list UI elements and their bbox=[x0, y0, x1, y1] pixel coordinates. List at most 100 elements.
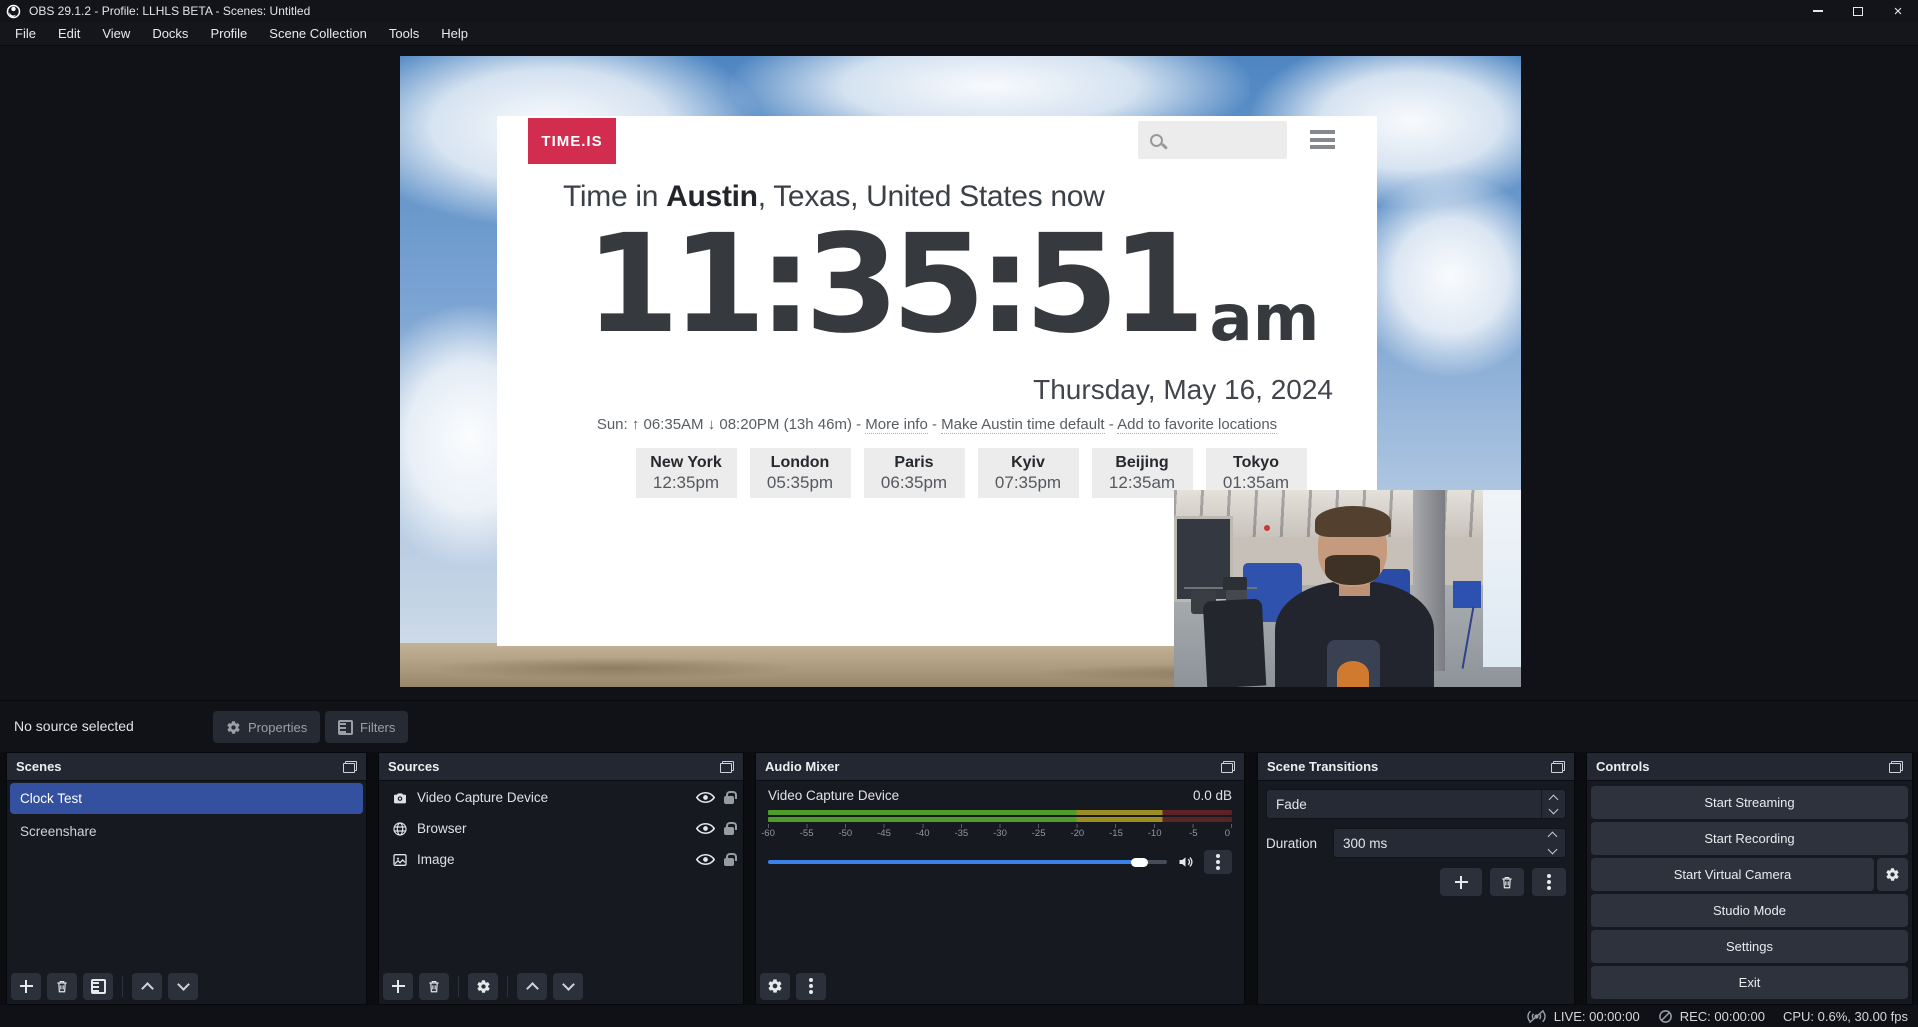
gear-icon bbox=[226, 720, 241, 735]
scene-item-screenshare[interactable]: Screenshare bbox=[10, 816, 363, 847]
meter-bar bbox=[768, 817, 1232, 822]
volume-slider-handle[interactable] bbox=[1131, 858, 1148, 867]
add-transition-button[interactable] bbox=[1440, 868, 1482, 896]
duration-label: Duration bbox=[1266, 836, 1324, 851]
start-virtual-camera-button[interactable]: Start Virtual Camera bbox=[1591, 858, 1874, 891]
scenes-panel: Scenes Clock Test Screenshare bbox=[6, 752, 367, 1005]
popout-icon bbox=[1551, 761, 1565, 773]
title-bar[interactable]: OBS 29.1.2 - Profile: LLHLS BETA - Scene… bbox=[0, 0, 1918, 22]
source-item-video-capture[interactable]: Video Capture Device bbox=[379, 783, 743, 812]
lock-icon[interactable] bbox=[724, 796, 734, 804]
live-status: LIVE: 00:00:00 bbox=[1526, 1009, 1640, 1024]
menu-view[interactable]: View bbox=[91, 22, 141, 46]
webcam-overlay[interactable] bbox=[1174, 490, 1521, 687]
mixer-toolbar bbox=[760, 971, 1240, 1001]
scene-filters-button[interactable] bbox=[83, 973, 113, 1000]
record-off-icon bbox=[1658, 1009, 1673, 1024]
scenes-panel-header[interactable]: Scenes bbox=[7, 753, 366, 781]
exit-button[interactable]: Exit bbox=[1591, 966, 1908, 999]
spin-chevrons[interactable] bbox=[1549, 830, 1556, 856]
scene-item-clock-test[interactable]: Clock Test bbox=[10, 783, 363, 814]
settings-button[interactable]: Settings bbox=[1591, 930, 1908, 963]
visibility-eye-icon[interactable] bbox=[696, 853, 715, 866]
broadcast-off-icon bbox=[1526, 1009, 1547, 1024]
source-item-browser[interactable]: Browser bbox=[379, 814, 743, 843]
visibility-eye-icon[interactable] bbox=[696, 822, 715, 835]
properties-button[interactable]: Properties bbox=[213, 711, 320, 743]
preview-workspace: TIME.IS Time in Austin, Texas, United St… bbox=[0, 46, 1918, 700]
remove-transition-button[interactable] bbox=[1490, 868, 1524, 896]
duration-value: 300 ms bbox=[1343, 836, 1387, 851]
vertical-dots-icon bbox=[809, 984, 813, 988]
speaker-icon[interactable] bbox=[1176, 854, 1195, 870]
maximize-button[interactable] bbox=[1838, 0, 1878, 22]
mixer-menu-button[interactable] bbox=[796, 973, 826, 1000]
filters-button[interactable]: Filters bbox=[325, 711, 408, 743]
plus-icon bbox=[392, 980, 405, 993]
transition-properties-button[interactable] bbox=[1532, 868, 1566, 896]
transition-select[interactable]: Fade bbox=[1266, 789, 1566, 819]
chevron-up-icon bbox=[1549, 794, 1559, 804]
mixer-options-button[interactable] bbox=[1204, 850, 1232, 874]
mixer-device-name: Video Capture Device bbox=[768, 788, 899, 803]
menu-help[interactable]: Help bbox=[430, 22, 479, 46]
status-bar: LIVE: 00:00:00 REC: 00:00:00 CPU: 0.6%, … bbox=[0, 1005, 1918, 1027]
menu-file[interactable]: File bbox=[4, 22, 47, 46]
trash-icon bbox=[1500, 875, 1514, 890]
start-streaming-button[interactable]: Start Streaming bbox=[1591, 786, 1908, 819]
source-properties-button[interactable] bbox=[468, 973, 498, 1000]
lock-icon[interactable] bbox=[724, 858, 734, 866]
popout-icon bbox=[1889, 761, 1903, 773]
move-source-up-button[interactable] bbox=[517, 973, 547, 1000]
toolbar-divider bbox=[122, 976, 123, 997]
controls-header[interactable]: Controls bbox=[1587, 753, 1912, 781]
scene-transitions-panel: Scene Transitions Fade Duration 300 ms bbox=[1257, 752, 1575, 1005]
city-card: Kyiv07:35pm bbox=[978, 448, 1079, 498]
webcam-blue-booth bbox=[1453, 581, 1481, 609]
move-scene-down-button[interactable] bbox=[168, 973, 198, 1000]
add-source-button[interactable] bbox=[383, 973, 413, 1000]
remove-source-button[interactable] bbox=[419, 973, 449, 1000]
menu-scene-collection[interactable]: Scene Collection bbox=[258, 22, 378, 46]
sources-toolbar bbox=[383, 971, 739, 1001]
remove-scene-button[interactable] bbox=[47, 973, 77, 1000]
source-status-label: No source selected bbox=[14, 718, 134, 734]
webcam-window bbox=[1483, 490, 1521, 667]
virtual-camera-settings-button[interactable] bbox=[1877, 858, 1908, 891]
source-toolbar: No source selected Properties Filters bbox=[0, 700, 1918, 752]
person-beard bbox=[1325, 555, 1381, 585]
studio-mode-button[interactable]: Studio Mode bbox=[1591, 894, 1908, 927]
chevron-down-icon bbox=[1549, 804, 1559, 814]
menu-profile[interactable]: Profile bbox=[199, 22, 258, 46]
mixer-channel: Video Capture Device 0.0 dB -60 -55 -50 … bbox=[756, 781, 1244, 874]
sources-panel-header[interactable]: Sources bbox=[379, 753, 743, 781]
transition-selected-value: Fade bbox=[1267, 797, 1541, 812]
plus-icon bbox=[1455, 876, 1468, 889]
duration-spinbox[interactable]: 300 ms bbox=[1333, 828, 1566, 858]
scenes-toolbar bbox=[11, 971, 362, 1001]
menu-edit[interactable]: Edit bbox=[47, 22, 91, 46]
menu-bar: File Edit View Docks Profile Scene Colle… bbox=[0, 22, 1918, 46]
audio-mixer-header[interactable]: Audio Mixer bbox=[756, 753, 1244, 781]
audio-mixer-title: Audio Mixer bbox=[765, 759, 839, 774]
chevron-down-icon bbox=[562, 978, 575, 991]
volume-slider[interactable] bbox=[768, 855, 1167, 869]
gears-icon bbox=[767, 978, 783, 994]
program-preview-canvas[interactable]: TIME.IS Time in Austin, Texas, United St… bbox=[400, 56, 1521, 687]
volume-meter: -60 -55 -50 -45 -40 -35 -30 -25 -20 -15 … bbox=[768, 810, 1232, 841]
dune bbox=[422, 657, 803, 679]
minimize-button[interactable] bbox=[1798, 0, 1838, 22]
advanced-audio-button[interactable] bbox=[760, 973, 790, 1000]
sources-title: Sources bbox=[388, 759, 439, 774]
add-scene-button[interactable] bbox=[11, 973, 41, 1000]
transitions-header[interactable]: Scene Transitions bbox=[1258, 753, 1574, 781]
visibility-eye-icon[interactable] bbox=[696, 791, 715, 804]
start-recording-button[interactable]: Start Recording bbox=[1591, 822, 1908, 855]
close-button[interactable]: × bbox=[1878, 0, 1918, 22]
menu-tools[interactable]: Tools bbox=[378, 22, 430, 46]
lock-icon[interactable] bbox=[724, 827, 734, 835]
move-source-down-button[interactable] bbox=[553, 973, 583, 1000]
source-item-image[interactable]: Image bbox=[379, 845, 743, 874]
menu-docks[interactable]: Docks bbox=[141, 22, 199, 46]
move-scene-up-button[interactable] bbox=[132, 973, 162, 1000]
